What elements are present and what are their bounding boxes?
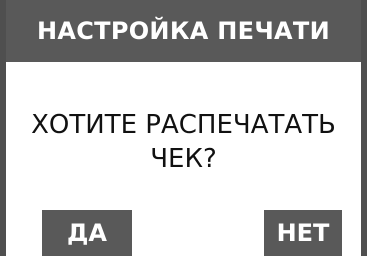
title-bar: НАСТРОЙКА ПЕЧАТИ <box>0 0 367 62</box>
yes-button[interactable]: ДА <box>42 210 132 256</box>
no-button[interactable]: НЕТ <box>264 210 342 256</box>
prompt-line-2: ЧЕК? <box>150 144 217 174</box>
prompt-line-1: ХОТИТЕ РАСПЕЧАТАТЬ <box>31 110 336 140</box>
right-frame-border <box>361 0 367 256</box>
left-frame-border <box>0 0 6 256</box>
print-settings-screen: НАСТРОЙКА ПЕЧАТИ ХОТИТЕ РАСПЕЧАТАТЬ ЧЕК?… <box>0 0 367 256</box>
print-prompt: ХОТИТЕ РАСПЕЧАТАТЬ ЧЕК? <box>8 108 359 176</box>
dialog-title: НАСТРОЙКА ПЕЧАТИ <box>37 17 330 45</box>
